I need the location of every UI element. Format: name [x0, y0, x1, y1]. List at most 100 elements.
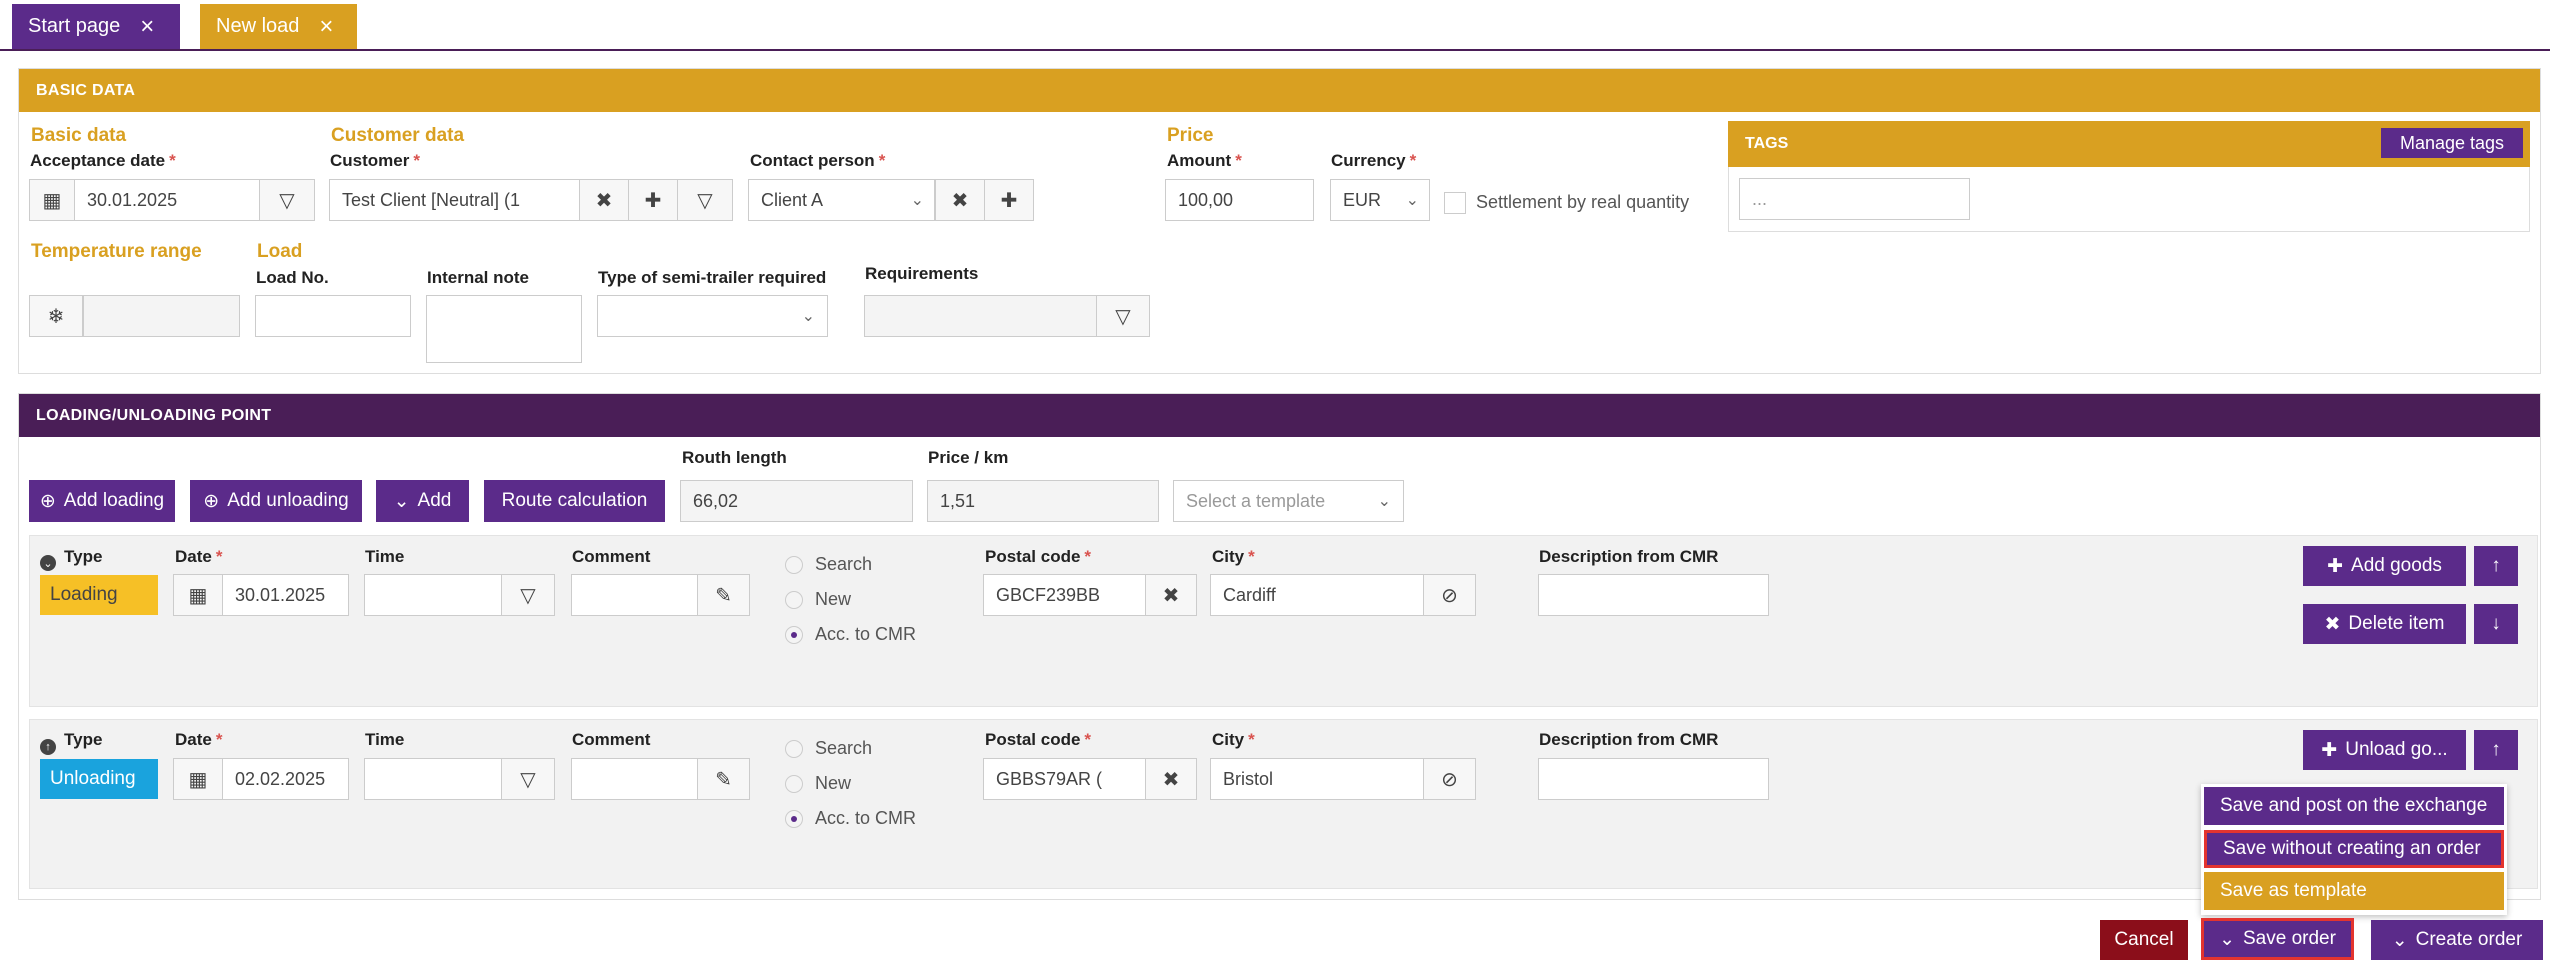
save-as-template-item[interactable]: Save as template — [2204, 872, 2504, 910]
search-radio[interactable] — [785, 740, 803, 758]
amount-input[interactable]: 100,00 — [1165, 179, 1314, 221]
move-up-button[interactable]: ↑ — [2474, 730, 2518, 770]
move-down-button[interactable]: ↓ — [2474, 604, 2518, 644]
save-order-button[interactable]: ⌄ Save order — [2201, 918, 2354, 960]
filter-icon[interactable]: ▽ — [501, 758, 555, 800]
add-goods-button[interactable]: ✚ Add goods — [2303, 546, 2466, 586]
filter-icon[interactable]: ▽ — [501, 574, 555, 616]
loading-city-input[interactable]: Cardiff — [1210, 574, 1424, 616]
postal-code-label: Postal code * — [985, 730, 1092, 749]
tags-input[interactable]: ... — [1739, 178, 1970, 220]
save-without-order-item[interactable]: Save without creating an order — [2204, 830, 2504, 868]
temperature-input[interactable] — [83, 295, 240, 337]
collapse-icon[interactable]: ↑ — [40, 739, 56, 755]
create-order-button[interactable]: ⌄ Create order — [2371, 920, 2543, 960]
unloading-city-input[interactable]: Bristol — [1210, 758, 1424, 800]
save-order-label: Save order — [2242, 928, 2336, 949]
load-title: Load — [257, 241, 303, 262]
type-label: Type — [64, 547, 103, 566]
contact-person-select[interactable]: Client A ⌄ — [748, 179, 935, 221]
route-length-input[interactable]: 66,02 — [680, 480, 913, 522]
add-button[interactable]: ⌄ Add — [376, 480, 469, 522]
semi-trailer-select[interactable]: ⌄ — [597, 295, 828, 337]
filter-icon[interactable]: ▽ — [677, 179, 733, 221]
add-contact-icon[interactable]: ✚ — [984, 179, 1034, 221]
chevron-down-icon: ⌄ — [910, 192, 924, 209]
loading-type-badge: Loading — [40, 575, 158, 615]
description-label: Description from CMR — [1539, 730, 1719, 749]
cmr-radio[interactable] — [785, 810, 803, 828]
tab-start-page[interactable]: Start page × — [12, 4, 180, 49]
calendar-icon[interactable]: ▦ — [173, 574, 223, 616]
loading-date-input[interactable]: 30.01.2025 — [222, 574, 349, 616]
plus-icon: ✚ — [2327, 555, 2344, 577]
save-and-post-item[interactable]: Save and post on the exchange — [2204, 787, 2504, 825]
loading-time-input[interactable] — [364, 574, 502, 616]
currency-label: Currency * — [1331, 151, 1417, 170]
cancel-button[interactable]: Cancel — [2100, 920, 2188, 960]
internal-note-label: Internal note — [427, 268, 530, 287]
add-unloading-label: Add unloading — [227, 490, 349, 511]
manage-tags-button[interactable]: Manage tags — [2381, 128, 2523, 158]
edit-icon[interactable]: ✎ — [697, 574, 750, 616]
search-radio[interactable] — [785, 556, 803, 574]
loading-comment-input[interactable] — [571, 574, 698, 616]
add-loading-button[interactable]: ⊕ Add loading — [29, 480, 175, 522]
collapse-icon[interactable]: ⌄ — [40, 555, 56, 571]
postal-code-label: Postal code * — [985, 547, 1092, 566]
date-label: Date * — [175, 547, 223, 566]
unloading-time-input[interactable] — [364, 758, 502, 800]
calendar-icon[interactable]: ▦ — [29, 179, 75, 221]
unload-goods-button[interactable]: ✚ Unload go... — [2303, 730, 2466, 770]
close-icon[interactable]: × — [140, 14, 154, 39]
clear-contact-icon[interactable]: ✖ — [935, 179, 985, 221]
unloading-postal-input[interactable]: GBBS79AR ( — [983, 758, 1146, 800]
route-calculation-button[interactable]: Route calculation — [484, 480, 665, 522]
compass-icon[interactable]: ⊘ — [1423, 574, 1476, 616]
add-label: Add — [417, 490, 452, 511]
unloading-description-input[interactable] — [1538, 758, 1769, 800]
requirements-input[interactable] — [864, 295, 1097, 337]
add-unloading-button[interactable]: ⊕ Add unloading — [190, 480, 362, 522]
unloading-row — [29, 719, 2538, 889]
tab-new-load[interactable]: New load × — [200, 4, 357, 49]
compass-icon[interactable]: ⊘ — [1423, 758, 1476, 800]
move-up-button[interactable]: ↑ — [2474, 546, 2518, 586]
unloading-comment-input[interactable] — [571, 758, 698, 800]
add-customer-icon[interactable]: ✚ — [628, 179, 678, 221]
close-icon[interactable]: × — [319, 14, 333, 39]
contact-person-value: Client A — [761, 189, 824, 210]
delete-item-button[interactable]: ✖ Delete item — [2303, 604, 2466, 644]
clear-icon: ✖ — [2324, 613, 2341, 635]
arrow-up-icon: ↑ — [2491, 555, 2501, 576]
loading-postal-input[interactable]: GBCF239BB — [983, 574, 1146, 616]
clear-postal-icon[interactable]: ✖ — [1145, 758, 1197, 800]
price-km-input[interactable]: 1,51 — [927, 480, 1159, 522]
contact-person-label: Contact person * — [750, 151, 886, 170]
snowflake-icon[interactable]: ❄ — [29, 295, 83, 337]
cmr-radio[interactable] — [785, 626, 803, 644]
date-label: Date * — [175, 730, 223, 749]
customer-input[interactable]: Test Client [Neutral] (1 — [329, 179, 580, 221]
loading-description-input[interactable] — [1538, 574, 1769, 616]
filter-icon[interactable]: ▽ — [259, 179, 315, 221]
unloading-date-input[interactable]: 02.02.2025 — [222, 758, 349, 800]
check-down-icon: ⌄ — [393, 490, 410, 512]
cmr-radio-label: Acc. to CMR — [815, 808, 917, 828]
internal-note-textarea[interactable] — [426, 295, 582, 363]
filter-icon[interactable]: ▽ — [1096, 295, 1150, 337]
clear-customer-icon[interactable]: ✖ — [579, 179, 629, 221]
clear-postal-icon[interactable]: ✖ — [1145, 574, 1197, 616]
currency-select[interactable]: EUR ⌄ — [1330, 179, 1430, 221]
basic-data-header: BASIC DATA — [19, 69, 2540, 112]
edit-icon[interactable]: ✎ — [697, 758, 750, 800]
new-radio[interactable] — [785, 775, 803, 793]
settlement-checkbox[interactable] — [1444, 192, 1466, 214]
new-radio[interactable] — [785, 591, 803, 609]
load-no-input[interactable] — [255, 295, 411, 337]
template-select[interactable]: Select a template ⌄ — [1173, 480, 1404, 522]
unloading-type-badge: Unloading — [40, 759, 158, 799]
calendar-icon[interactable]: ▦ — [173, 758, 223, 800]
acceptance-date-input[interactable]: 30.01.2025 — [74, 179, 261, 221]
time-label: Time — [365, 730, 405, 749]
